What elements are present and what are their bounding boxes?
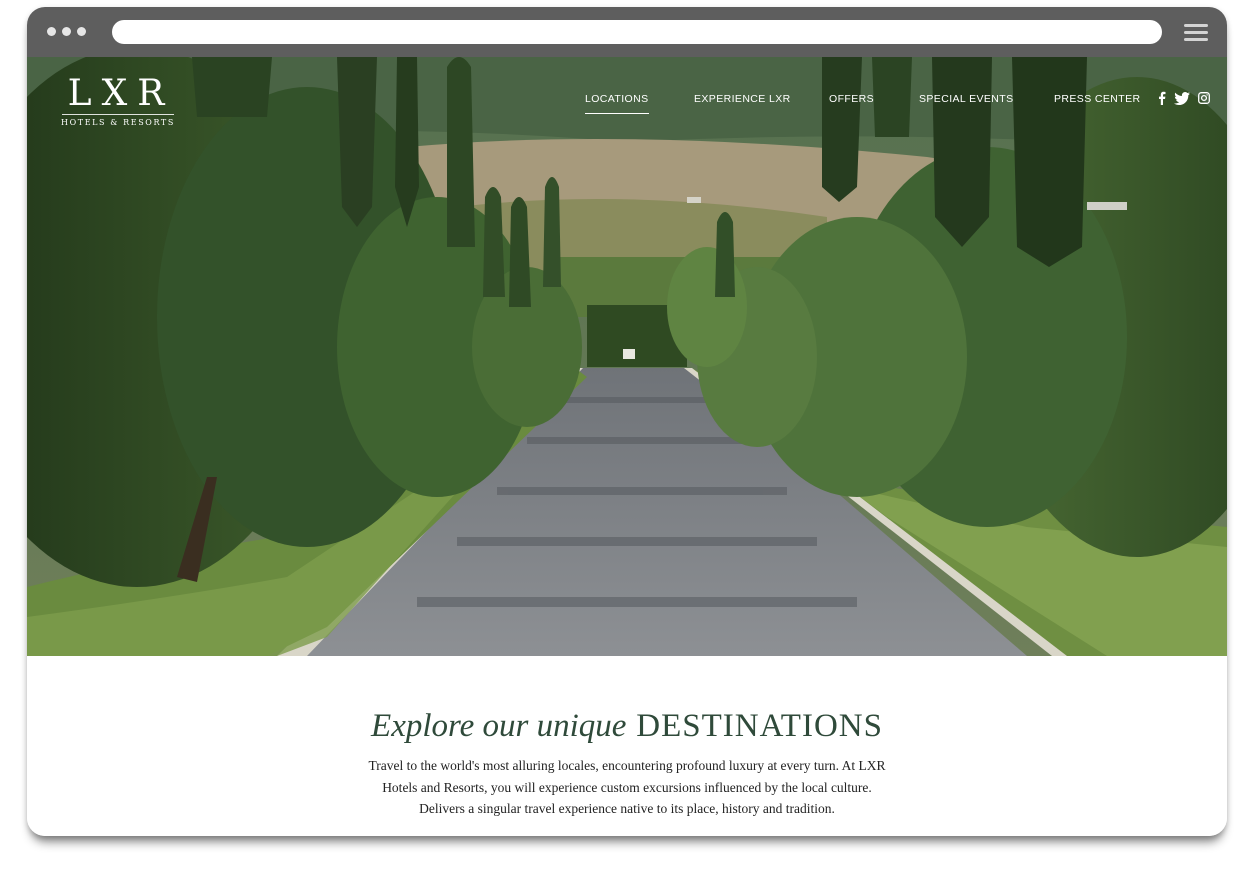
nav-item-experience-lxr[interactable]: EXPERIENCE LXR — [694, 93, 791, 105]
window-dot[interactable] — [77, 27, 86, 36]
intro-line: Hotels and Resorts, you will experience … — [382, 779, 872, 795]
nav-item-offers[interactable]: OFFERS — [829, 93, 874, 105]
hamburger-menu-icon[interactable] — [1184, 24, 1208, 41]
window-dot[interactable] — [62, 27, 71, 36]
lxr-logo[interactable]: LXR HOTELS & RESORTS — [58, 76, 178, 127]
logo-subtitle: HOTELS & RESORTS — [61, 118, 175, 127]
nav-item-special-events[interactable]: SPECIAL EVENTS — [919, 93, 1014, 105]
intro-paragraph: Travel to the world's most alluring loca… — [347, 755, 907, 820]
hero-landscape — [27, 57, 1227, 656]
headline-italic: Explore our unique — [371, 708, 627, 744]
logo-divider — [62, 114, 174, 115]
headline-caps: DESTINATIONS — [636, 708, 883, 744]
hero-image: LXR HOTELS & RESORTS LOCATIONS EXPERIENC… — [27, 57, 1227, 656]
twitter-icon[interactable] — [1174, 91, 1190, 105]
nav-item-press-center[interactable]: PRESS CENTER — [1054, 93, 1140, 105]
section-headline: Explore our unique DESTINATIONS — [27, 706, 1227, 746]
intro-line: Travel to the world's most alluring loca… — [368, 758, 886, 773]
intro-line: Delivers a singular travel experience na… — [419, 801, 835, 816]
nav-item-locations[interactable]: LOCATIONS — [585, 93, 649, 114]
browser-window: LXR HOTELS & RESORTS LOCATIONS EXPERIENC… — [27, 7, 1227, 836]
facebook-icon[interactable] — [1158, 91, 1166, 105]
instagram-icon[interactable] — [1198, 92, 1210, 104]
social-links — [1158, 91, 1210, 105]
window-controls[interactable] — [47, 27, 86, 36]
window-dot[interactable] — [47, 27, 56, 36]
address-bar[interactable] — [112, 20, 1162, 44]
logo-mark: LXR — [67, 73, 175, 114]
browser-toolbar — [27, 7, 1227, 57]
destinations-intro: Explore our unique DESTINATIONS Travel t… — [27, 656, 1227, 836]
